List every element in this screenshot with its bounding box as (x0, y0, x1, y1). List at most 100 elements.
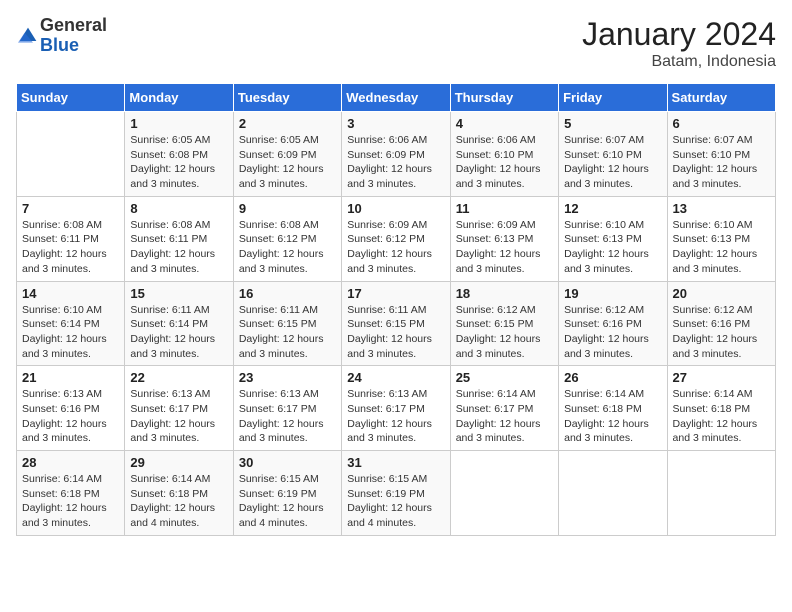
calendar-cell: 8Sunrise: 6:08 AM Sunset: 6:11 PM Daylig… (125, 196, 233, 281)
day-number: 12 (564, 201, 661, 216)
calendar-body: 1 Sunrise: 6:05 AM Sunset: 6:08 PM Daylig… (17, 112, 776, 536)
day-info: Sunrise: 6:05 AM Sunset: 6:09 PM Dayligh… (239, 133, 336, 192)
calendar-day-header: Tuesday (233, 84, 341, 112)
calendar-header-row: SundayMondayTuesdayWednesdayThursdayFrid… (17, 84, 776, 112)
day-info: Sunrise: 6:14 AM Sunset: 6:18 PM Dayligh… (130, 472, 227, 531)
day-number: 11 (456, 201, 553, 216)
logo: General Blue (16, 16, 107, 56)
day-info: Sunrise: 6:13 AM Sunset: 6:17 PM Dayligh… (239, 387, 336, 446)
day-info: Sunrise: 6:12 AM Sunset: 6:16 PM Dayligh… (673, 303, 770, 362)
calendar-day-header: Wednesday (342, 84, 450, 112)
calendar-cell: 6Sunrise: 6:07 AM Sunset: 6:10 PM Daylig… (667, 112, 775, 197)
calendar-week-row: 28Sunrise: 6:14 AM Sunset: 6:18 PM Dayli… (17, 451, 776, 536)
calendar-cell: 21 Sunrise: 6:13 AM Sunset: 6:16 PM Dayli… (17, 366, 125, 451)
logo-icon (18, 26, 38, 46)
calendar-cell: 13Sunrise: 6:10 AM Sunset: 6:13 PM Dayli… (667, 196, 775, 281)
calendar-table: SundayMondayTuesdayWednesdayThursdayFrid… (16, 83, 776, 536)
day-info: Sunrise: 6:12 AM Sunset: 6:16 PM Dayligh… (564, 303, 661, 362)
day-info: Sunrise: 6:10 AM Sunset: 6:14 PM Dayligh… (22, 303, 119, 362)
calendar-cell: 3 Sunrise: 6:06 AM Sunset: 6:09 PM Daylig… (342, 112, 450, 197)
day-number: 19 (564, 286, 661, 301)
calendar-cell: 16Sunrise: 6:11 AM Sunset: 6:15 PM Dayli… (233, 281, 341, 366)
logo-general: General (40, 15, 107, 35)
calendar-cell (17, 112, 125, 197)
day-info: Sunrise: 6:10 AM Sunset: 6:13 PM Dayligh… (564, 218, 661, 277)
day-number: 29 (130, 455, 227, 470)
day-number: 22 (130, 370, 227, 385)
calendar-cell: 30 Sunrise: 6:15 AM Sunset: 6:19 PM Dayli… (233, 451, 341, 536)
day-number: 23 (239, 370, 336, 385)
calendar-week-row: 7Sunrise: 6:08 AM Sunset: 6:11 PM Daylig… (17, 196, 776, 281)
day-number: 9 (239, 201, 336, 216)
day-info: Sunrise: 6:07 AM Sunset: 6:10 PM Dayligh… (564, 133, 661, 192)
day-number: 30 (239, 455, 336, 470)
calendar-cell: 1 Sunrise: 6:05 AM Sunset: 6:08 PM Daylig… (125, 112, 233, 197)
page-header: General Blue January 2024 Batam, Indones… (16, 16, 776, 71)
calendar-week-row: 1 Sunrise: 6:05 AM Sunset: 6:08 PM Daylig… (17, 112, 776, 197)
day-number: 31 (347, 455, 444, 470)
day-info: Sunrise: 6:11 AM Sunset: 6:14 PM Dayligh… (130, 303, 227, 362)
calendar-day-header: Friday (559, 84, 667, 112)
day-info: Sunrise: 6:06 AM Sunset: 6:09 PM Dayligh… (347, 133, 444, 192)
calendar-cell: 12 Sunrise: 6:10 AM Sunset: 6:13 PM Dayli… (559, 196, 667, 281)
day-info: Sunrise: 6:09 AM Sunset: 6:12 PM Dayligh… (347, 218, 444, 277)
day-info: Sunrise: 6:14 AM Sunset: 6:17 PM Dayligh… (456, 387, 553, 446)
day-info: Sunrise: 6:08 AM Sunset: 6:12 PM Dayligh… (239, 218, 336, 277)
day-number: 21 (22, 370, 119, 385)
day-number: 16 (239, 286, 336, 301)
day-info: Sunrise: 6:14 AM Sunset: 6:18 PM Dayligh… (564, 387, 661, 446)
logo-text: General Blue (40, 16, 107, 56)
day-info: Sunrise: 6:09 AM Sunset: 6:13 PM Dayligh… (456, 218, 553, 277)
day-info: Sunrise: 6:13 AM Sunset: 6:16 PM Dayligh… (22, 387, 119, 446)
calendar-cell: 18Sunrise: 6:12 AM Sunset: 6:15 PM Dayli… (450, 281, 558, 366)
calendar-cell: 23 Sunrise: 6:13 AM Sunset: 6:17 PM Dayli… (233, 366, 341, 451)
calendar-day-header: Saturday (667, 84, 775, 112)
day-info: Sunrise: 6:15 AM Sunset: 6:19 PM Dayligh… (347, 472, 444, 531)
calendar-day-header: Thursday (450, 84, 558, 112)
day-number: 13 (673, 201, 770, 216)
page-subtitle: Batam, Indonesia (582, 53, 776, 71)
day-info: Sunrise: 6:13 AM Sunset: 6:17 PM Dayligh… (130, 387, 227, 446)
calendar-cell (559, 451, 667, 536)
title-block: January 2024 Batam, Indonesia (582, 16, 776, 71)
day-number: 27 (673, 370, 770, 385)
day-info: Sunrise: 6:15 AM Sunset: 6:19 PM Dayligh… (239, 472, 336, 531)
calendar-day-header: Sunday (17, 84, 125, 112)
calendar-cell: 20Sunrise: 6:12 AM Sunset: 6:16 PM Dayli… (667, 281, 775, 366)
calendar-cell: 7Sunrise: 6:08 AM Sunset: 6:11 PM Daylig… (17, 196, 125, 281)
calendar-cell: 27 Sunrise: 6:14 AM Sunset: 6:18 PM Dayli… (667, 366, 775, 451)
calendar-cell: 15 Sunrise: 6:11 AM Sunset: 6:14 PM Dayli… (125, 281, 233, 366)
day-number: 3 (347, 116, 444, 131)
calendar-cell: 9 Sunrise: 6:08 AM Sunset: 6:12 PM Daylig… (233, 196, 341, 281)
calendar-cell: 22 Sunrise: 6:13 AM Sunset: 6:17 PM Dayli… (125, 366, 233, 451)
day-number: 25 (456, 370, 553, 385)
calendar-cell: 10Sunrise: 6:09 AM Sunset: 6:12 PM Dayli… (342, 196, 450, 281)
calendar-cell: 26Sunrise: 6:14 AM Sunset: 6:18 PM Dayli… (559, 366, 667, 451)
calendar-cell (667, 451, 775, 536)
page-title: January 2024 (582, 16, 776, 53)
calendar-week-row: 21 Sunrise: 6:13 AM Sunset: 6:16 PM Dayli… (17, 366, 776, 451)
day-info: Sunrise: 6:05 AM Sunset: 6:08 PM Dayligh… (130, 133, 227, 192)
calendar-cell (450, 451, 558, 536)
day-number: 2 (239, 116, 336, 131)
logo-blue: Blue (40, 35, 79, 55)
calendar-cell: 28Sunrise: 6:14 AM Sunset: 6:18 PM Dayli… (17, 451, 125, 536)
day-info: Sunrise: 6:14 AM Sunset: 6:18 PM Dayligh… (673, 387, 770, 446)
day-number: 14 (22, 286, 119, 301)
calendar-cell: 19 Sunrise: 6:12 AM Sunset: 6:16 PM Dayli… (559, 281, 667, 366)
calendar-cell: 25 Sunrise: 6:14 AM Sunset: 6:17 PM Dayli… (450, 366, 558, 451)
calendar-cell: 24 Sunrise: 6:13 AM Sunset: 6:17 PM Dayli… (342, 366, 450, 451)
calendar-week-row: 14 Sunrise: 6:10 AM Sunset: 6:14 PM Dayli… (17, 281, 776, 366)
calendar-cell: 11 Sunrise: 6:09 AM Sunset: 6:13 PM Dayli… (450, 196, 558, 281)
calendar-cell: 17 Sunrise: 6:11 AM Sunset: 6:15 PM Dayli… (342, 281, 450, 366)
day-info: Sunrise: 6:12 AM Sunset: 6:15 PM Dayligh… (456, 303, 553, 362)
day-info: Sunrise: 6:11 AM Sunset: 6:15 PM Dayligh… (347, 303, 444, 362)
day-info: Sunrise: 6:13 AM Sunset: 6:17 PM Dayligh… (347, 387, 444, 446)
day-number: 17 (347, 286, 444, 301)
calendar-cell: 5Sunrise: 6:07 AM Sunset: 6:10 PM Daylig… (559, 112, 667, 197)
day-number: 24 (347, 370, 444, 385)
day-number: 15 (130, 286, 227, 301)
day-number: 1 (130, 116, 227, 131)
calendar-cell: 4Sunrise: 6:06 AM Sunset: 6:10 PM Daylig… (450, 112, 558, 197)
day-info: Sunrise: 6:08 AM Sunset: 6:11 PM Dayligh… (22, 218, 119, 277)
